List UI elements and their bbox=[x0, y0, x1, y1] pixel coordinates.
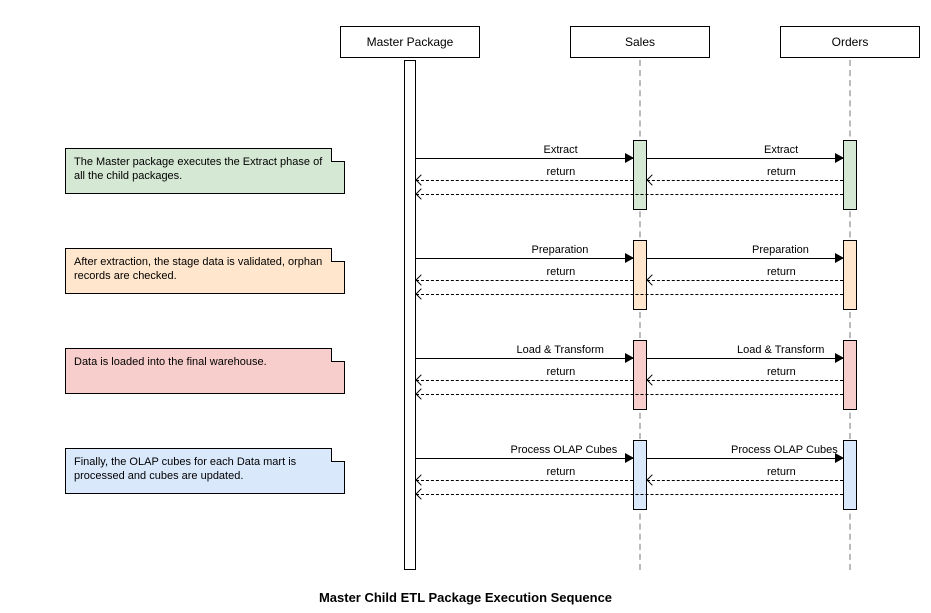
note-load: Data is loaded into the final warehouse. bbox=[65, 348, 345, 394]
ret-sales-master-extract-arrow bbox=[415, 174, 426, 185]
label-ret-orders-sales-olap: return bbox=[767, 466, 796, 478]
ret-orders-sales-olap bbox=[647, 480, 843, 481]
activation-orders-olap bbox=[843, 440, 857, 510]
note-olap: Finally, the OLAP cubes for each Data ma… bbox=[65, 448, 345, 494]
label-ret-orders-sales-load: return bbox=[767, 366, 796, 378]
activation-sales-olap bbox=[633, 440, 647, 510]
msg-sales-orders-extract-arrow bbox=[835, 153, 844, 163]
ret-orders-sales-prepare-arrow bbox=[646, 274, 657, 285]
msg-master-sales-extract-arrow bbox=[625, 153, 634, 163]
label-ret-sales-master-load: return bbox=[547, 366, 576, 378]
note-extract: The Master package executes the Extract … bbox=[65, 148, 345, 194]
msg-sales-orders-extract bbox=[647, 158, 843, 159]
msg-sales-orders-olap bbox=[647, 458, 843, 459]
label-master-sales-olap: Process OLAP Cubes bbox=[511, 444, 618, 456]
msg-master-sales-prepare-arrow bbox=[625, 253, 634, 263]
label-sales-orders-extract: Extract bbox=[764, 144, 798, 156]
msg-sales-orders-load bbox=[647, 358, 843, 359]
label-master-sales-load: Load & Transform bbox=[517, 344, 604, 356]
activation-orders-load bbox=[843, 340, 857, 410]
label-ret-sales-master-prepare: return bbox=[547, 266, 576, 278]
label-sales-orders-prepare: Preparation bbox=[752, 244, 809, 256]
msg-master-sales-load-arrow bbox=[625, 353, 634, 363]
activation-orders-extract bbox=[843, 140, 857, 210]
diagram-caption: Master Child ETL Package Execution Seque… bbox=[0, 590, 931, 605]
ret-sales-master-olap bbox=[416, 480, 633, 481]
lifeline-orders: Orders bbox=[780, 26, 920, 58]
lifeline-sales: Sales bbox=[570, 26, 710, 58]
msg-master-sales-load bbox=[416, 358, 633, 359]
ret-orders-sales-extract bbox=[647, 180, 843, 181]
activation-orders-prepare bbox=[843, 240, 857, 310]
ret-sales-master-prepare-arrow bbox=[415, 274, 426, 285]
msg-master-sales-olap bbox=[416, 458, 633, 459]
activation-sales-extract bbox=[633, 140, 647, 210]
ret-orders-sales-load-arrow bbox=[646, 374, 657, 385]
ret-orders-master-prepare bbox=[416, 294, 843, 295]
activation-sales-load bbox=[633, 340, 647, 410]
lifeline-master: Master Package bbox=[340, 26, 480, 58]
activation-sales-prepare bbox=[633, 240, 647, 310]
label-ret-sales-master-olap: return bbox=[547, 466, 576, 478]
ret-orders-sales-prepare bbox=[647, 280, 843, 281]
msg-master-sales-prepare bbox=[416, 258, 633, 259]
ret-orders-sales-olap-arrow bbox=[646, 474, 657, 485]
msg-sales-orders-load-arrow bbox=[835, 353, 844, 363]
ret-sales-master-load bbox=[416, 380, 633, 381]
ret-orders-master-olap bbox=[416, 494, 843, 495]
ret-sales-master-load-arrow bbox=[415, 374, 426, 385]
label-master-sales-prepare: Preparation bbox=[532, 244, 589, 256]
label-sales-orders-load: Load & Transform bbox=[737, 344, 824, 356]
ret-orders-sales-load bbox=[647, 380, 843, 381]
msg-sales-orders-prepare bbox=[647, 258, 843, 259]
ret-orders-master-prepare-arrow bbox=[415, 288, 426, 299]
ret-orders-master-load bbox=[416, 394, 843, 395]
note-prepare: After extraction, the stage data is vali… bbox=[65, 248, 345, 294]
ret-orders-master-olap-arrow bbox=[415, 488, 426, 499]
ret-orders-master-load-arrow bbox=[415, 388, 426, 399]
label-ret-orders-sales-extract: return bbox=[767, 166, 796, 178]
ret-sales-master-olap-arrow bbox=[415, 474, 426, 485]
ret-orders-master-extract bbox=[416, 194, 843, 195]
label-ret-orders-sales-prepare: return bbox=[767, 266, 796, 278]
label-ret-sales-master-extract: return bbox=[547, 166, 576, 178]
ret-sales-master-extract bbox=[416, 180, 633, 181]
label-sales-orders-olap: Process OLAP Cubes bbox=[731, 444, 838, 456]
msg-master-sales-extract bbox=[416, 158, 633, 159]
ret-orders-sales-extract-arrow bbox=[646, 174, 657, 185]
msg-master-sales-olap-arrow bbox=[625, 453, 634, 463]
ret-orders-master-extract-arrow bbox=[415, 188, 426, 199]
ret-sales-master-prepare bbox=[416, 280, 633, 281]
msg-sales-orders-prepare-arrow bbox=[835, 253, 844, 263]
label-master-sales-extract: Extract bbox=[544, 144, 578, 156]
